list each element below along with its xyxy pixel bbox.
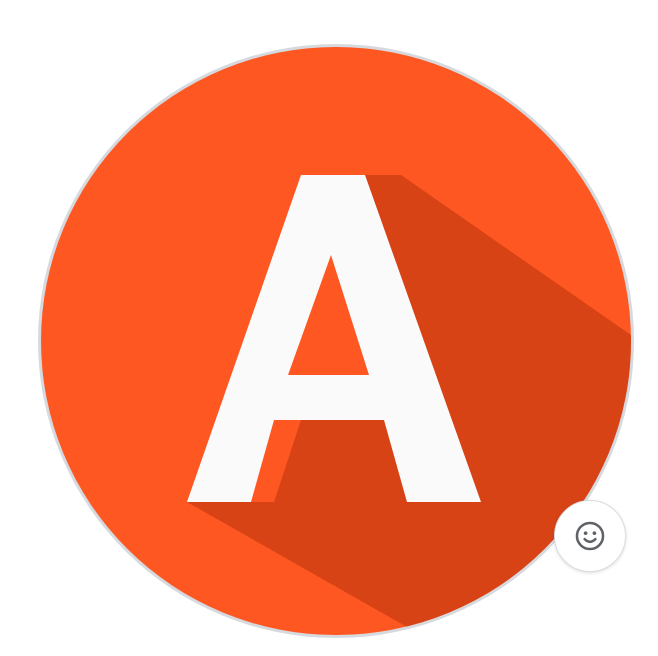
emoji-button[interactable] [554, 500, 626, 572]
profile-picture-area: A [0, 0, 658, 656]
avatar[interactable]: A [41, 47, 631, 635]
avatar-image [41, 47, 631, 635]
smiley-face-icon [575, 521, 605, 551]
avatar-frame[interactable]: A [38, 44, 634, 638]
